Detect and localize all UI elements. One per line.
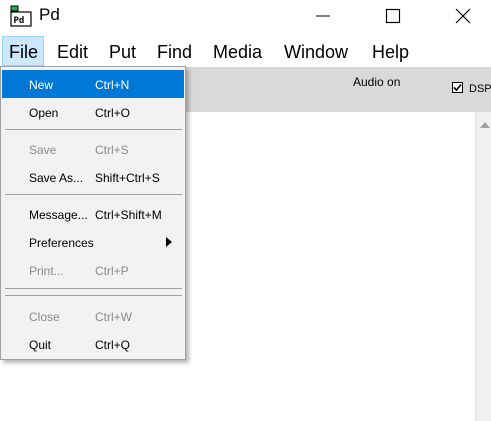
menu-item-close[interactable]: Close Ctrl+W: [2, 302, 184, 330]
pd-app-icon: Pd: [10, 5, 32, 27]
menu-separator: [5, 129, 182, 130]
menu-item-shortcut: Ctrl+W: [95, 310, 132, 324]
dsp-checkbox[interactable]: [452, 82, 463, 93]
menu-item-label: Save As...: [29, 171, 84, 185]
menu-item-shortcut: Ctrl+Q: [95, 338, 131, 352]
menu-help[interactable]: Help: [366, 36, 415, 66]
menu-separator: [5, 194, 182, 195]
menu-item-preferences[interactable]: Preferences: [2, 228, 184, 256]
minimize-button[interactable]: [300, 0, 346, 32]
menu-find[interactable]: Find: [151, 36, 198, 66]
menu-put[interactable]: Put: [103, 36, 142, 66]
minimize-icon: [316, 15, 330, 17]
menu-item-label: Message...: [29, 208, 88, 222]
menu-separator: [5, 288, 182, 289]
menu-item-label: Save: [29, 143, 57, 157]
dsp-label: DSP: [469, 83, 491, 95]
menu-item-label: Print...: [29, 264, 64, 278]
menu-item-label: Quit: [29, 338, 52, 352]
menu-item-shortcut: Ctrl+S: [95, 143, 129, 157]
menu-separator: [5, 295, 182, 296]
maximize-button[interactable]: [370, 0, 416, 32]
pd-icon-text: Pd: [14, 16, 25, 26]
maximize-icon: [385, 8, 401, 24]
menu-bar: File Edit Put Find Media Window Help: [0, 36, 491, 66]
menu-item-label: Close: [29, 310, 60, 324]
menu-item-label: Preferences: [29, 236, 94, 250]
menu-item-shortcut: Ctrl+N: [95, 78, 130, 92]
menu-item-save-as[interactable]: Save As... Shift+Ctrl+S: [2, 163, 184, 191]
audio-status: Audio on: [353, 75, 401, 89]
submenu-arrow-icon: [166, 237, 172, 247]
menu-item-open[interactable]: Open Ctrl+O: [2, 98, 184, 126]
menu-file[interactable]: File: [2, 36, 44, 66]
vertical-scrollbar[interactable]: [475, 112, 491, 421]
file-menu-dropdown: New Ctrl+N Open Ctrl+O Save Ctrl+S Save …: [0, 66, 186, 360]
menu-media[interactable]: Media: [207, 36, 268, 66]
menu-item-quit[interactable]: Quit Ctrl+Q: [2, 330, 184, 358]
menu-item-shortcut: Ctrl+O: [95, 106, 131, 120]
menu-item-label: Open: [29, 106, 59, 120]
menu-item-label: New: [29, 78, 54, 92]
title-bar: Pd Pd: [0, 0, 491, 34]
menu-item-print[interactable]: Print... Ctrl+P: [2, 256, 184, 284]
menu-item-save[interactable]: Save Ctrl+S: [2, 135, 184, 163]
window-title: Pd: [39, 5, 60, 24]
menu-item-shortcut: Ctrl+Shift+M: [95, 208, 162, 222]
close-button[interactable]: [440, 0, 486, 32]
menu-item-shortcut: Shift+Ctrl+S: [95, 171, 160, 185]
scroll-up-arrow-icon[interactable]: [480, 122, 490, 128]
menu-item-new[interactable]: New Ctrl+N: [2, 70, 184, 98]
menu-item-message[interactable]: Message... Ctrl+Shift+M: [2, 200, 184, 228]
menu-window[interactable]: Window: [278, 36, 354, 66]
menu-edit[interactable]: Edit: [51, 36, 94, 66]
checkmark-icon: [453, 83, 462, 92]
menu-item-shortcut: Ctrl+P: [95, 264, 129, 278]
close-icon: [455, 8, 471, 24]
